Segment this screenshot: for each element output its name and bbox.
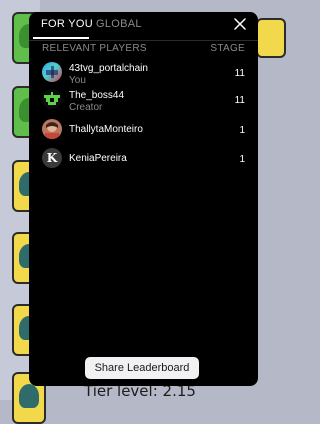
tab-divider <box>29 40 258 41</box>
stage-heading: STAGE <box>210 43 245 54</box>
player-row[interactable]: K KeniaPereira 1 <box>42 148 245 174</box>
player-stage: 1 <box>239 125 245 136</box>
player-avatar <box>42 119 62 139</box>
tab-bar: FOR YOU GLOBAL <box>29 12 258 40</box>
tab-for-you[interactable]: FOR YOU <box>41 18 93 30</box>
background-card <box>256 18 286 58</box>
player-name: ThallytaMonteiro <box>69 124 143 135</box>
active-tab-indicator <box>33 37 89 39</box>
player-name: The_boss44 <box>69 90 125 101</box>
player-avatar: K <box>42 148 62 168</box>
player-stage: 11 <box>234 68 245 79</box>
close-icon[interactable] <box>232 16 248 32</box>
player-subtitle: You <box>69 75 86 86</box>
relevant-players-heading: RELEVANT PLAYERS <box>42 43 147 54</box>
player-stage: 11 <box>234 95 245 106</box>
leaderboard-panel: FOR YOU GLOBAL RELEVANT PLAYERS STAGE 43… <box>29 12 258 386</box>
player-row[interactable]: ThallytaMonteiro 1 <box>42 119 245 145</box>
player-subtitle: Creator <box>69 102 103 113</box>
player-name: KeniaPereira <box>69 153 127 164</box>
share-leaderboard-button[interactable]: Share Leaderboard <box>85 357 199 379</box>
player-avatar <box>42 62 62 82</box>
players-header: RELEVANT PLAYERS STAGE <box>42 43 245 57</box>
player-row[interactable]: The_boss44 Creator 11 <box>42 89 245 115</box>
player-name: 43tvg_portalchain <box>69 63 148 74</box>
player-row[interactable]: 43tvg_portalchain You 11 <box>42 62 245 88</box>
player-avatar <box>42 89 62 109</box>
player-stage: 1 <box>239 154 245 165</box>
tab-global[interactable]: GLOBAL <box>96 18 142 30</box>
